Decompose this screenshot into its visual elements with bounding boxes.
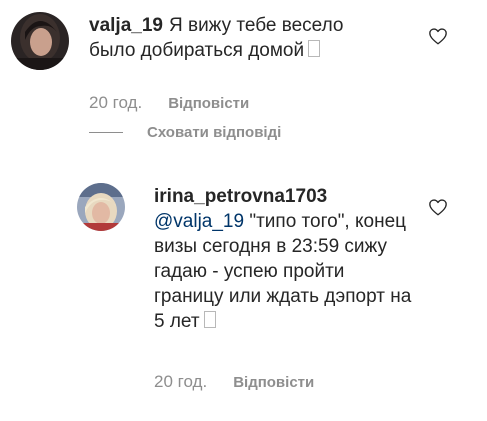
- comment-text: valja_19 Я вижу тебе весело было добирать…: [89, 13, 389, 63]
- reply-button[interactable]: Відповісти: [233, 374, 314, 391]
- divider-line: [89, 132, 123, 133]
- avatar[interactable]: [77, 183, 125, 231]
- reply-text: irina_petrovna1703 @valja_19 "типо того"…: [154, 184, 416, 334]
- comment-timestamp[interactable]: 20 год.: [89, 93, 142, 113]
- avatar-image: [77, 183, 125, 231]
- heart-icon[interactable]: [428, 27, 448, 45]
- comment-username[interactable]: valja_19: [89, 15, 163, 36]
- reply-button[interactable]: Відповісти: [168, 95, 249, 112]
- avatar[interactable]: [11, 12, 69, 70]
- reply-mention[interactable]: @valja_19: [154, 211, 244, 232]
- avatar-image: [11, 12, 69, 70]
- comment-meta: 20 год. Відповісти: [89, 93, 249, 113]
- reply-username[interactable]: irina_petrovna1703: [154, 186, 327, 207]
- reply-meta: 20 год. Відповісти: [154, 372, 314, 392]
- hide-replies-label: Сховати відповіді: [147, 124, 282, 141]
- emoji-glyph-icon: [203, 311, 216, 328]
- heart-icon[interactable]: [428, 198, 448, 216]
- reply-timestamp[interactable]: 20 год.: [154, 372, 207, 392]
- emoji-glyph-icon: [308, 40, 321, 57]
- hide-replies-button[interactable]: Сховати відповіді: [89, 124, 281, 141]
